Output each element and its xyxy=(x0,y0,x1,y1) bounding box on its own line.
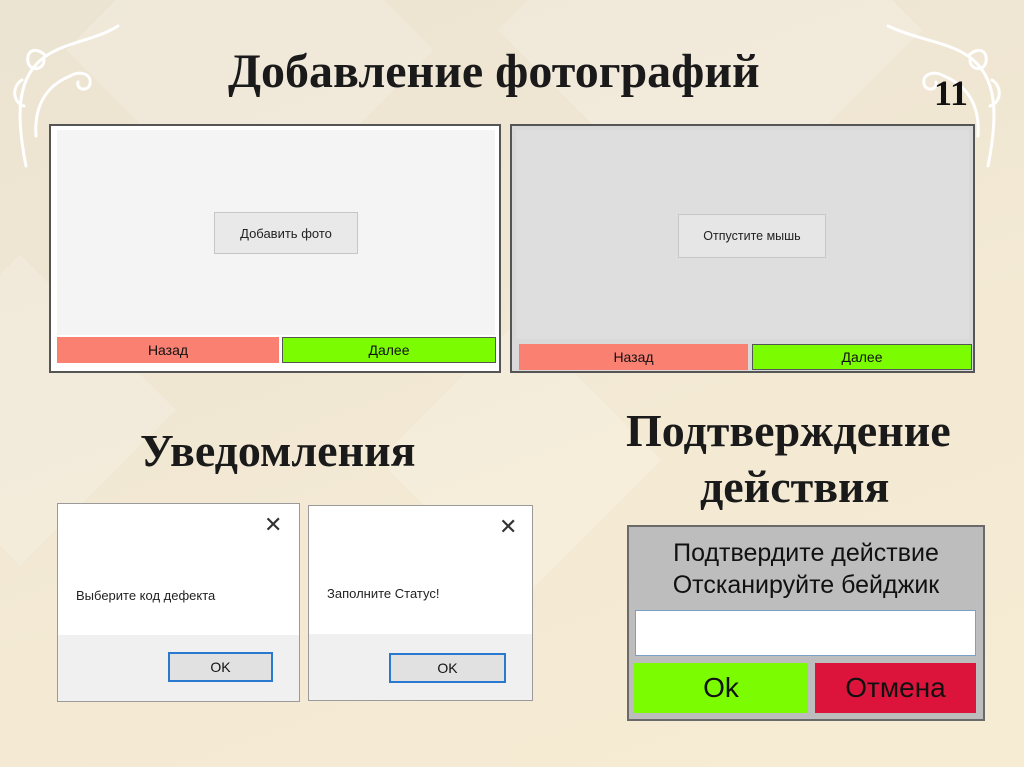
ok-button[interactable]: OK xyxy=(168,652,273,682)
close-icon[interactable]: ✕ xyxy=(264,514,282,536)
add-photo-button[interactable]: Добавить фото xyxy=(214,212,358,254)
photo-window-drop: Отпустите мышь Назад Далее xyxy=(510,124,975,373)
badge-input[interactable] xyxy=(635,610,976,656)
notification-dialog-defect: ✕ Выберите код дефекта OK xyxy=(57,503,300,702)
photo-drop-area-active[interactable]: Отпустите мышь xyxy=(516,130,969,339)
release-mouse-button[interactable]: Отпустите мышь xyxy=(678,214,826,258)
scan-badge-prompt: Отсканируйте бейджик xyxy=(672,571,940,599)
back-button[interactable]: Назад xyxy=(519,344,748,370)
section-title-confirm-line2: действия xyxy=(700,461,890,512)
dialog-message: Выберите код дефекта xyxy=(76,588,216,603)
back-button[interactable]: Назад xyxy=(57,337,279,363)
confirm-cancel-button[interactable]: Отмена xyxy=(815,663,976,713)
section-title-confirm-line1: Подтверждение xyxy=(626,405,951,456)
close-icon[interactable]: ✕ xyxy=(499,516,517,538)
dialog-message: Заполните Статус! xyxy=(327,586,440,601)
slide-title: Добавление фотографий xyxy=(228,45,760,98)
section-title-notifications: Уведомления xyxy=(140,425,416,476)
next-button[interactable]: Далее xyxy=(282,337,496,363)
confirm-prompt: Подтвердите действие xyxy=(673,539,939,567)
confirm-action-panel: Подтвердите действие Отсканируйте бейджи… xyxy=(627,525,985,721)
slide-number: 11 xyxy=(934,73,969,113)
photo-window-add: Добавить фото Назад Далее xyxy=(49,124,501,373)
notification-dialog-status: ✕ Заполните Статус! OK xyxy=(308,505,533,701)
ok-button[interactable]: OK xyxy=(389,653,506,683)
photo-drop-area[interactable]: Добавить фото xyxy=(57,130,495,335)
next-button[interactable]: Далее xyxy=(752,344,972,370)
confirm-ok-button[interactable]: Ok xyxy=(634,663,808,713)
